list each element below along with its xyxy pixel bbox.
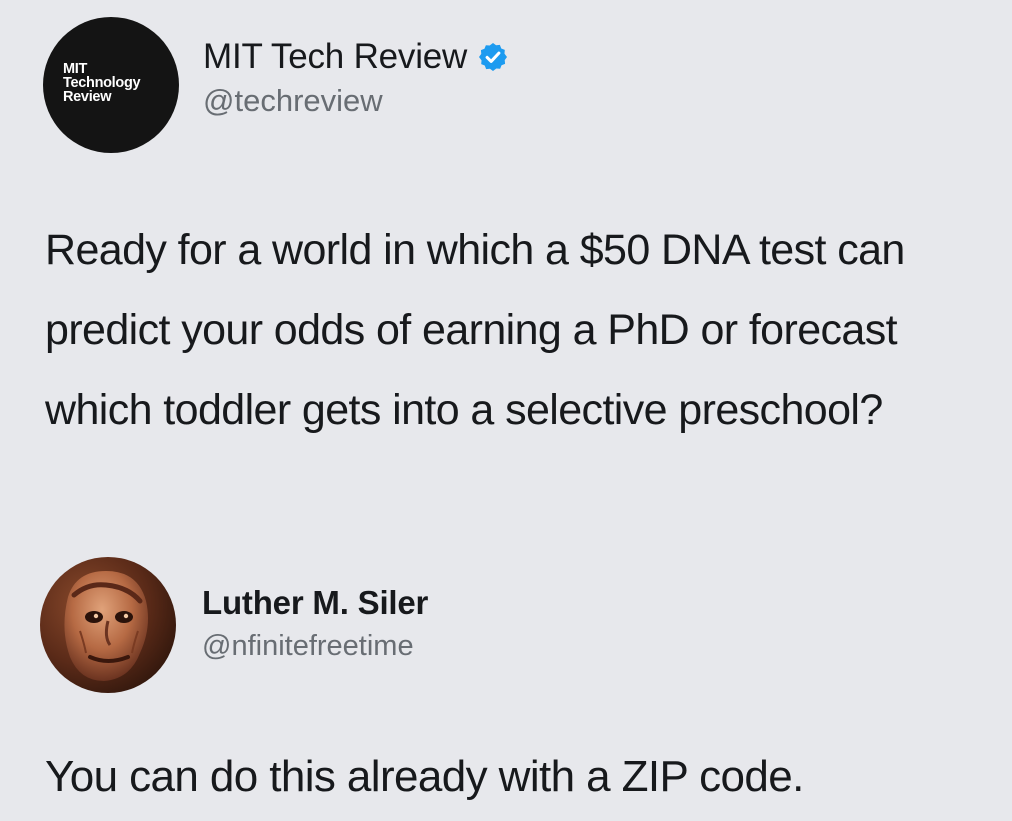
tweet-header: MIT Technology Review MIT Tech Review @tec… [43, 15, 509, 155]
verified-check-icon [479, 43, 508, 71]
portrait-illustration [40, 557, 176, 693]
tweet-author-block: MIT Tech Review @techreview [203, 37, 509, 119]
tweet-author-handle[interactable]: @techreview [203, 83, 509, 119]
reply-author-block: Luther M. Siler @nfinitefreetime [202, 584, 428, 663]
reply-text: You can do this already with a ZIP code. [45, 752, 804, 801]
reply-header: Luther M. Siler @nfinitefreetime [40, 556, 428, 694]
mit-technology-review-avatar[interactable]: MIT Technology Review [43, 17, 179, 153]
reply-author-name[interactable]: Luther M. Siler [202, 584, 428, 622]
reply-author-avatar[interactable] [40, 557, 176, 693]
reply-author-handle[interactable]: @nfinitefreetime [202, 630, 428, 663]
mit-logo-text: MIT Technology Review [63, 61, 141, 105]
tweet-author-name-row: MIT Tech Review [203, 37, 509, 77]
tweet-text: Ready for a world in which a $50 DNA tes… [45, 226, 905, 434]
tweet-author-name[interactable]: MIT Tech Review [203, 37, 467, 77]
